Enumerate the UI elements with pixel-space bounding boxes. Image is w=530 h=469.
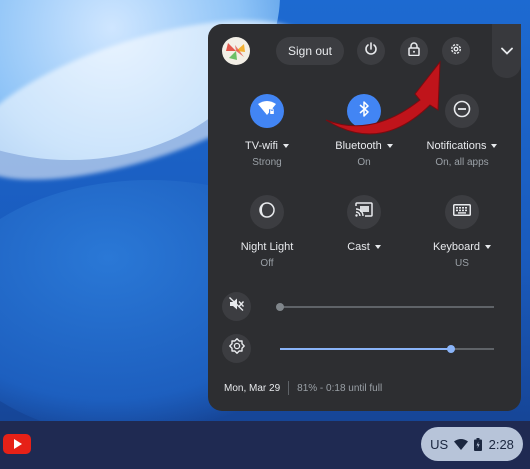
- volume-row: [222, 292, 512, 322]
- quick-settings-header: Sign out: [220, 24, 521, 78]
- night-light-icon: [259, 201, 275, 223]
- wifi-icon: [258, 101, 276, 121]
- power-button[interactable]: [357, 37, 385, 65]
- mute-button[interactable]: [222, 292, 251, 321]
- quick-settings-panel: Sign out TV-wifi Strong Bluetooth On Not…: [208, 24, 521, 411]
- bluetooth-icon: [359, 100, 369, 122]
- wifi-status: Strong: [252, 157, 282, 168]
- night-light-toggle[interactable]: [250, 195, 284, 229]
- battery-status: 81% - 0:18 until full: [297, 382, 383, 394]
- night-light-tile: Night Light Off: [217, 195, 317, 269]
- date-label[interactable]: Mon, Mar 29: [224, 383, 280, 394]
- keyboard-status: US: [455, 258, 469, 269]
- volume-muted-icon: [228, 296, 245, 316]
- wifi-tile: TV-wifi Strong: [217, 94, 317, 168]
- sign-out-button[interactable]: Sign out: [276, 37, 344, 65]
- bluetooth-toggle[interactable]: [347, 94, 381, 128]
- wifi-label[interactable]: TV-wifi: [217, 140, 317, 152]
- quick-settings-footer: Mon, Mar 29 81% - 0:18 until full: [224, 381, 382, 395]
- wifi-status-icon: [454, 438, 469, 450]
- bluetooth-label[interactable]: Bluetooth: [314, 140, 414, 152]
- keyboard-label[interactable]: Keyboard: [412, 241, 512, 253]
- chevron-down-icon: [500, 42, 513, 60]
- lock-icon: [408, 41, 420, 61]
- keyboard-tile: Keyboard US: [412, 195, 512, 269]
- brightness-slider[interactable]: [280, 345, 494, 353]
- clock: 2:28: [488, 436, 514, 452]
- notifications-toggle[interactable]: [445, 94, 479, 128]
- settings-button[interactable]: [442, 37, 470, 65]
- power-icon: [364, 41, 378, 61]
- night-light-label[interactable]: Night Light: [217, 241, 317, 253]
- cast-icon: [355, 202, 373, 222]
- caret-down-icon: [491, 144, 498, 149]
- bluetooth-tile: Bluetooth On: [314, 94, 414, 168]
- night-light-status: Off: [260, 258, 274, 269]
- keyboard-layout-indicator: US: [430, 436, 449, 452]
- volume-slider[interactable]: [276, 303, 494, 311]
- do-not-disturb-icon: [453, 100, 471, 123]
- cast-toggle[interactable]: [347, 195, 381, 229]
- cast-tile: Cast: [314, 195, 414, 258]
- status-area[interactable]: US 2:28: [421, 427, 523, 461]
- footer-divider: [288, 381, 290, 395]
- brightness-button[interactable]: [222, 334, 251, 363]
- keyboard-icon: [453, 203, 471, 221]
- caret-down-icon: [374, 245, 381, 250]
- caret-down-icon: [386, 144, 393, 149]
- brightness-fill: [280, 348, 452, 350]
- brightness-icon: [228, 338, 245, 359]
- collapse-button[interactable]: [492, 24, 521, 78]
- battery-icon: [474, 437, 483, 451]
- avatar[interactable]: [222, 37, 250, 65]
- notifications-tile: Notifications On, all apps: [412, 94, 512, 168]
- caret-down-icon: [283, 144, 289, 149]
- brightness-row: [222, 334, 512, 364]
- notifications-label[interactable]: Notifications: [412, 140, 512, 152]
- bluetooth-status: On: [357, 157, 371, 168]
- wifi-toggle[interactable]: [250, 94, 284, 128]
- brightness-knob[interactable]: [447, 345, 456, 353]
- lock-button[interactable]: [400, 37, 428, 65]
- caret-down-icon: [485, 245, 492, 250]
- youtube-icon[interactable]: [3, 434, 31, 454]
- settings-gear-icon: [449, 42, 463, 61]
- notifications-status: On, all apps: [435, 157, 489, 168]
- volume-knob[interactable]: [276, 303, 284, 311]
- keyboard-toggle[interactable]: [445, 195, 479, 229]
- cast-label[interactable]: Cast: [314, 241, 414, 253]
